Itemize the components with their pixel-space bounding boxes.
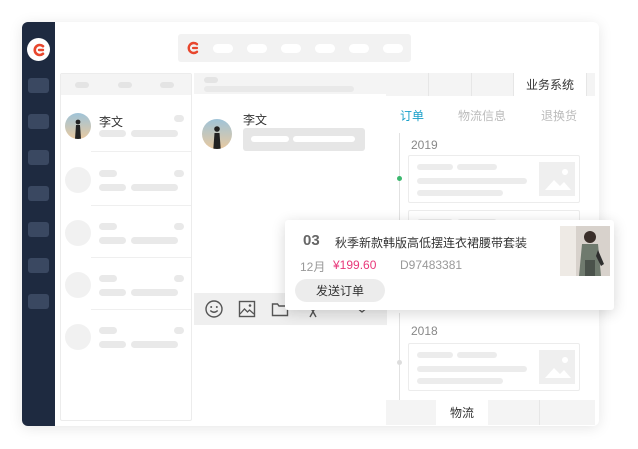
product-image[interactable] xyxy=(560,226,610,276)
order-code: D97483381 xyxy=(400,258,463,272)
order-month: 12月 xyxy=(300,260,326,274)
order-price: ¥199.60 xyxy=(333,258,377,272)
order-number: 03 xyxy=(303,232,320,249)
send-order-button[interactable]: 发送订单 xyxy=(295,279,385,302)
sidebar-item-2[interactable] xyxy=(28,114,49,129)
contact-item[interactable] xyxy=(61,154,191,206)
app-logo-icon[interactable] xyxy=(27,38,50,61)
contact-list-header xyxy=(61,74,191,95)
sidebar-item-1[interactable] xyxy=(28,78,49,93)
brand-logo-icon xyxy=(186,41,200,55)
chat-contact-name: 李文 xyxy=(243,113,268,127)
subtab-orders[interactable]: 订单 xyxy=(400,107,424,124)
order-card[interactable] xyxy=(408,155,580,203)
subtab-logistics[interactable]: 物流信息 xyxy=(458,107,506,124)
bottom-tabs: 物流 xyxy=(386,400,595,425)
contact-item-selected[interactable]: 李文 xyxy=(61,97,191,151)
sidebar-item-4[interactable] xyxy=(28,186,49,201)
subtab-returns[interactable]: 退换货 xyxy=(541,107,577,124)
timeline-dot xyxy=(397,360,402,365)
sidebar-item-7[interactable] xyxy=(28,294,49,309)
top-nav-item[interactable] xyxy=(213,44,233,53)
top-nav-item[interactable] xyxy=(349,44,369,53)
image-icon[interactable] xyxy=(237,299,257,319)
year-label: 2018 xyxy=(411,324,438,338)
order-card[interactable] xyxy=(408,343,580,391)
sidebar-item-6[interactable] xyxy=(28,258,49,273)
message-input[interactable] xyxy=(194,325,387,421)
contact-name: 李文 xyxy=(99,115,124,129)
order-popup: 03 秋季新款韩版高低摆连衣裙腰带套装 12月 ¥199.60 D9748338… xyxy=(285,220,614,310)
sidebar xyxy=(22,22,55,426)
contact-item[interactable] xyxy=(61,311,191,363)
image-placeholder-icon xyxy=(539,350,575,384)
product-title: 秋季新款韩版高低摆连衣裙腰带套装 xyxy=(335,236,528,250)
top-nav-bar xyxy=(178,34,411,62)
sidebar-item-5[interactable] xyxy=(28,222,49,237)
chat-avatar xyxy=(202,119,232,149)
business-tabs: 业务系统 xyxy=(386,73,595,96)
sidebar-item-3[interactable] xyxy=(28,150,49,165)
top-nav-item[interactable] xyxy=(281,44,301,53)
image-placeholder-icon xyxy=(539,162,575,196)
contact-list: 李文 xyxy=(60,73,192,421)
tab-business-system[interactable]: 业务系统 xyxy=(514,73,586,96)
emoji-icon[interactable] xyxy=(204,299,224,319)
year-label: 2019 xyxy=(411,138,438,152)
top-nav-item[interactable] xyxy=(247,44,267,53)
message-bubble xyxy=(243,128,365,151)
contact-item[interactable] xyxy=(61,259,191,311)
timeline-dot xyxy=(397,176,402,181)
top-nav-item[interactable] xyxy=(383,44,403,53)
contact-item[interactable] xyxy=(61,207,191,259)
avatar xyxy=(65,113,91,139)
tab-logistics[interactable]: 物流 xyxy=(436,400,488,425)
chat-header xyxy=(194,73,387,94)
top-nav-item[interactable] xyxy=(315,44,335,53)
